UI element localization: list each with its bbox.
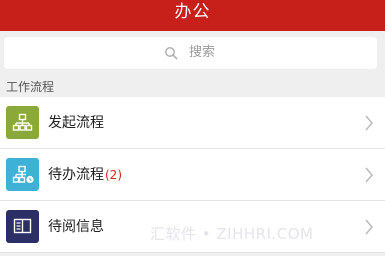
- read-document-icon: [6, 210, 39, 243]
- pending-flow-icon: [6, 158, 39, 191]
- list-item-label: 发起流程: [48, 115, 104, 131]
- search-input[interactable]: 搜索: [4, 37, 377, 69]
- watermark-text: 汇软件 • ZIHHRI.COM: [150, 225, 314, 243]
- app-header: 办公: [0, 0, 385, 31]
- list-item-label: 待办流程: [48, 167, 104, 183]
- chevron-right-icon: [365, 219, 373, 235]
- list-item-label: 待阅信息: [48, 219, 104, 235]
- search-placeholder: 搜索: [189, 45, 216, 60]
- chevron-right-icon: [365, 167, 373, 183]
- chevron-right-icon: [365, 115, 373, 131]
- list-item-pending-flow[interactable]: 待办流程(2): [0, 149, 385, 201]
- list-item-start-flow[interactable]: 发起流程: [0, 97, 385, 149]
- section-label: 工作流程: [6, 80, 55, 94]
- pending-count-badge: (2): [105, 168, 122, 182]
- search-area: 搜索: [0, 31, 385, 75]
- search-icon: [165, 47, 178, 60]
- org-chart-icon: [6, 106, 39, 139]
- page-title: 办公: [174, 2, 211, 22]
